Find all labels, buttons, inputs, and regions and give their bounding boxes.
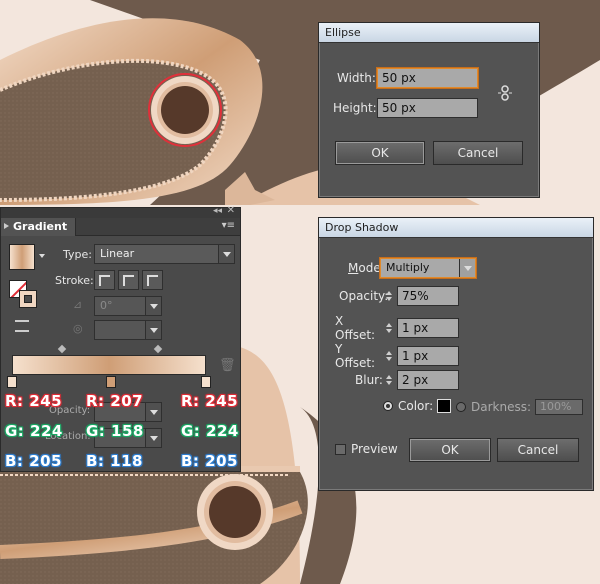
stop-1-blue: B: 205: [5, 452, 62, 470]
darkness-radio[interactable]: [456, 402, 466, 412]
opacity-input[interactable]: 75%: [397, 286, 459, 306]
collapse-icon[interactable]: ◂◂: [213, 206, 222, 216]
width-label: Width:: [337, 71, 376, 85]
mode-select[interactable]: Multiply: [380, 258, 476, 278]
preview-label: Preview: [351, 442, 398, 456]
angle-value: 0°: [100, 299, 113, 312]
chevron-down-icon: [145, 297, 161, 315]
color-stop-3[interactable]: [201, 376, 211, 388]
x-offset-input[interactable]: 1 px: [397, 318, 459, 338]
ellipse-ok-button[interactable]: OK: [335, 141, 425, 165]
mode-value: Multiply: [386, 261, 430, 274]
panel-tab-row: Gradient ▾≡: [1, 218, 240, 236]
mode-label: Mode:: [348, 261, 385, 275]
stroke-along-button[interactable]: [118, 270, 139, 290]
height-label: Height:: [333, 101, 377, 115]
stop-1-green: G: 224: [5, 422, 63, 440]
drop-shadow-dialog-title: Drop Shadow: [319, 218, 593, 238]
color-stop-1[interactable]: [7, 376, 17, 388]
color-label: Color:: [398, 399, 434, 413]
ellipse-dialog-title: Ellipse: [319, 23, 539, 43]
type-label: Type:: [63, 248, 92, 261]
constrain-proportions-link-icon[interactable]: [497, 85, 513, 101]
chevron-down-icon: [459, 259, 475, 277]
opacity-label: Opacity:: [339, 289, 389, 303]
type-select[interactable]: Linear: [94, 244, 235, 264]
color-radio[interactable]: [383, 401, 393, 411]
height-input[interactable]: 50 px: [377, 98, 478, 118]
panel-topbar: ◂◂ ✕: [1, 205, 240, 218]
shadow-color-swatch[interactable]: [437, 399, 452, 413]
blur-input[interactable]: 2 px: [397, 370, 459, 390]
color-stop-2[interactable]: [106, 376, 116, 388]
preview-checkbox[interactable]: [335, 443, 346, 455]
trash-icon[interactable]: 🗑: [219, 358, 236, 373]
stroke-swatch-icon[interactable]: [19, 290, 37, 308]
close-icon[interactable]: ✕: [227, 205, 235, 216]
stroke-within-button[interactable]: [94, 270, 115, 290]
darkness-input[interactable]: 100%: [535, 399, 584, 415]
y-offset-label: Y Offset:: [335, 342, 376, 370]
panel-menu-icon[interactable]: ▾≡: [222, 220, 235, 231]
chevron-down-icon: [218, 245, 234, 263]
x-offset-stepper[interactable]: [384, 319, 394, 337]
width-input[interactable]: 50 px: [377, 68, 478, 88]
y-offset-stepper[interactable]: [384, 347, 394, 365]
opacity-stepper[interactable]: [384, 287, 394, 305]
stop-1-red: R: 245: [5, 392, 63, 410]
midpoint-marker-2[interactable]: [153, 344, 163, 354]
y-offset-input[interactable]: 1 px: [397, 346, 459, 366]
midpoint-marker-1[interactable]: [57, 344, 67, 354]
swatch-dropdown-icon[interactable]: [39, 254, 45, 258]
gradient-swatch[interactable]: [9, 244, 35, 270]
stop-2-green: G: 158: [86, 422, 144, 440]
ellipse-dialog: Ellipse Width: 50 px Height: 50 px OK Ca…: [318, 22, 540, 198]
chevron-down-icon: [145, 403, 161, 421]
angle-icon: ⊿: [73, 298, 83, 311]
stop-2-red: R: 207: [86, 392, 144, 410]
gradient-slider[interactable]: [12, 355, 206, 375]
stroke-label: Stroke:: [55, 274, 94, 287]
aspect-ratio-icon: ◎: [73, 322, 83, 335]
type-select-value: Linear: [100, 247, 135, 260]
darkness-label: Darkness:: [471, 400, 532, 414]
blur-stepper[interactable]: [384, 371, 394, 389]
stop-3-green: G: 224: [181, 422, 239, 440]
tab-gradient-label: Gradient: [13, 220, 68, 233]
ellipse-cancel-button[interactable]: Cancel: [433, 141, 523, 165]
drop-shadow-cancel-button[interactable]: Cancel: [497, 438, 579, 462]
aspect-ratio-select[interactable]: [94, 320, 162, 340]
chevron-down-icon: [145, 429, 161, 447]
stop-3-red: R: 245: [181, 392, 239, 410]
stop-2-blue: B: 118: [86, 452, 143, 470]
x-offset-label: X Offset:: [335, 314, 376, 342]
tab-gradient[interactable]: Gradient: [1, 218, 77, 236]
blur-label: Blur:: [355, 373, 383, 387]
drop-shadow-dialog: Drop Shadow Mode: Multiply Opacity: 75% …: [318, 217, 594, 491]
reverse-gradient-icon[interactable]: [15, 320, 29, 332]
angle-select[interactable]: 0°: [94, 296, 162, 316]
drop-shadow-ok-button[interactable]: OK: [409, 438, 491, 462]
stroke-across-button[interactable]: [142, 270, 163, 290]
tab-arrows-icon: [4, 223, 9, 229]
stop-3-blue: B: 205: [181, 452, 238, 470]
chevron-down-icon: [145, 321, 161, 339]
